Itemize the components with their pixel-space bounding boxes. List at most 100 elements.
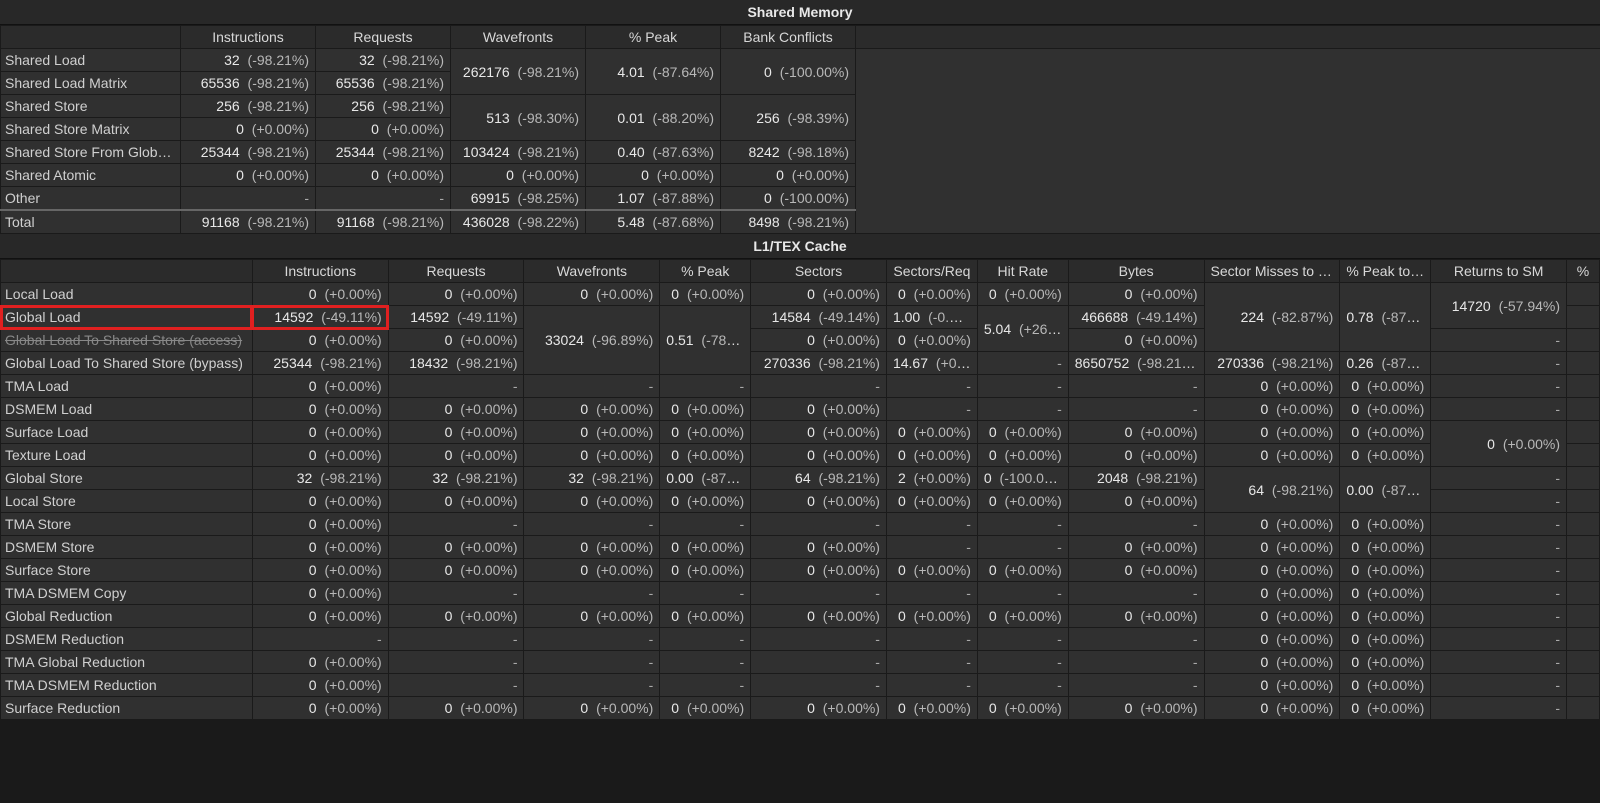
col-header[interactable] — [1, 260, 253, 283]
metric-cell: - — [1068, 582, 1204, 605]
metric-cell: - — [660, 628, 751, 651]
metric-cell: 0 (+0.00%) — [1204, 513, 1340, 536]
row-label: DSMEM Reduction — [1, 628, 253, 651]
metric-cell: 262176 (-98.21%) — [451, 49, 586, 95]
metric-cell: 0 (+0.00%) — [886, 697, 977, 720]
col-header[interactable]: Requests — [316, 26, 451, 49]
table-row: Global Load To Shared Store (bypass)2534… — [1, 352, 1600, 375]
col-header[interactable]: Hit Rate — [977, 260, 1068, 283]
metric-cell: 0 (+0.00%) — [751, 444, 887, 467]
col-header[interactable]: % Peak — [660, 260, 751, 283]
row-label: Local Load — [1, 283, 253, 306]
metric-cell: 270336 (-98.21%) — [1204, 352, 1340, 375]
metric-cell: 64 (-98.21%) — [1204, 467, 1340, 513]
metric-cell: - — [524, 651, 660, 674]
metric-cell: 0 (+0.00%) — [388, 421, 524, 444]
metric-cell: 0 (+0.00%) — [977, 421, 1068, 444]
metric-cell: 0 (+0.00%) — [252, 536, 388, 559]
metric-cell: 256 (-98.39%) — [721, 95, 856, 141]
metric-cell: 0 (+0.00%) — [721, 164, 856, 187]
metric-cell: 65536 (-98.21%) — [181, 72, 316, 95]
metric-cell: 513 (-98.30%) — [451, 95, 586, 141]
metric-cell: 0 (+0.00%) — [524, 559, 660, 582]
metric-cell: 0 (+0.00%) — [524, 398, 660, 421]
metric-cell: 0 (+0.00%) — [1068, 421, 1204, 444]
metric-cell: - — [1431, 674, 1567, 697]
col-header[interactable]: Instructions — [181, 26, 316, 49]
col-header[interactable]: Bank Conflicts — [721, 26, 856, 49]
metric-cell: 0 (+0.00%) — [524, 697, 660, 720]
metric-cell: 32 (-98.21%) — [252, 467, 388, 490]
metric-cell: 0 (+0.00%) — [1340, 398, 1431, 421]
metric-cell: - — [751, 375, 887, 398]
metric-cell: 25344 (-98.21%) — [181, 141, 316, 164]
metric-cell: 0 (+0.00%) — [1340, 697, 1431, 720]
metric-cell: 0 (+0.00%) — [751, 398, 887, 421]
metric-cell: - — [1431, 651, 1567, 674]
col-header[interactable]: % Peak — [586, 26, 721, 49]
metric-cell: 0 (+0.00%) — [1204, 559, 1340, 582]
col-header[interactable]: Returns to SM — [1431, 260, 1567, 283]
metric-cell: 0 (+0.00%) — [388, 490, 524, 513]
metric-cell: - — [388, 651, 524, 674]
metric-cell: 0 (-100.00%) — [721, 187, 856, 211]
metric-cell: 0 (+0.00%) — [181, 164, 316, 187]
spacer-cell — [1567, 628, 1600, 651]
col-header[interactable]: Sectors — [751, 260, 887, 283]
row-label: Global Load — [1, 306, 253, 329]
metric-cell: 0 (+0.00%) — [1340, 444, 1431, 467]
metric-cell: 0 (+0.00%) — [1204, 375, 1340, 398]
metric-cell: 0 (+0.00%) — [660, 559, 751, 582]
metric-cell: 0 (+0.00%) — [252, 651, 388, 674]
metric-cell: 32 (-98.21%) — [316, 49, 451, 72]
col-header[interactable]: Wavefronts — [524, 260, 660, 283]
spacer-cell — [1567, 398, 1600, 421]
col-header[interactable]: % — [1567, 260, 1600, 283]
col-header[interactable]: Sector Misses to L2 — [1204, 260, 1340, 283]
metric-cell: 0 (+0.00%) — [451, 164, 586, 187]
metric-cell: 0 (+0.00%) — [252, 421, 388, 444]
metric-cell: 0 (+0.00%) — [751, 329, 887, 352]
metric-cell: - — [977, 582, 1068, 605]
metric-cell: - — [181, 187, 316, 211]
col-header[interactable]: Sectors/Req — [886, 260, 977, 283]
metric-cell: 0 (+0.00%) — [1068, 536, 1204, 559]
spacer-cell — [1567, 421, 1600, 444]
metric-cell: - — [388, 513, 524, 536]
metric-cell: 32 (-98.21%) — [181, 49, 316, 72]
metric-cell: 0 (+0.00%) — [252, 283, 388, 306]
table-row: Local Load0 (+0.00%)0 (+0.00%)0 (+0.00%)… — [1, 283, 1600, 306]
metric-cell: 0 (+0.00%) — [1068, 444, 1204, 467]
metric-cell: - — [1431, 352, 1567, 375]
col-header[interactable]: Bytes — [1068, 260, 1204, 283]
metric-cell: - — [660, 651, 751, 674]
metric-cell: 33024 (-96.89%) — [524, 306, 660, 375]
metric-cell: 14.67 (+0.00%) — [886, 352, 977, 375]
metric-cell: 0 (-100.00%) — [721, 49, 856, 95]
metric-cell: 0 (+0.00%) — [660, 490, 751, 513]
metric-cell: 0 (+0.00%) — [181, 118, 316, 141]
col-header[interactable]: Wavefronts — [451, 26, 586, 49]
metric-cell: 0 (+0.00%) — [1340, 651, 1431, 674]
table-row: TMA DSMEM Reduction0 (+0.00%)-------0 (+… — [1, 674, 1600, 697]
metric-cell: 0 (+0.00%) — [388, 605, 524, 628]
metric-cell: 0 (+0.00%) — [886, 283, 977, 306]
col-header[interactable]: % Peak to L2 — [1340, 260, 1431, 283]
metric-cell: 0 (+0.00%) — [977, 697, 1068, 720]
spacer-cell — [1567, 490, 1600, 513]
col-header[interactable]: Instructions — [252, 260, 388, 283]
metric-cell: 1.07 (-87.88%) — [586, 187, 721, 211]
metric-cell: - — [751, 513, 887, 536]
metric-cell: 8650752 (-98.21%) — [1068, 352, 1204, 375]
col-header[interactable] — [1, 26, 181, 49]
metric-cell: 14592 (-49.11%) — [252, 306, 388, 329]
row-label: Shared Load Matrix — [1, 72, 181, 95]
metric-cell: 0 (+0.00%) — [1340, 421, 1431, 444]
row-label: TMA DSMEM Reduction — [1, 674, 253, 697]
metric-cell: 224 (-82.87%) — [1204, 283, 1340, 352]
metric-cell: 0 (+0.00%) — [1068, 329, 1204, 352]
col-header[interactable]: Requests — [388, 260, 524, 283]
metric-cell: - — [1431, 467, 1567, 490]
metric-cell: 69915 (-98.25%) — [451, 187, 586, 211]
metric-cell: 0 (+0.00%) — [886, 444, 977, 467]
